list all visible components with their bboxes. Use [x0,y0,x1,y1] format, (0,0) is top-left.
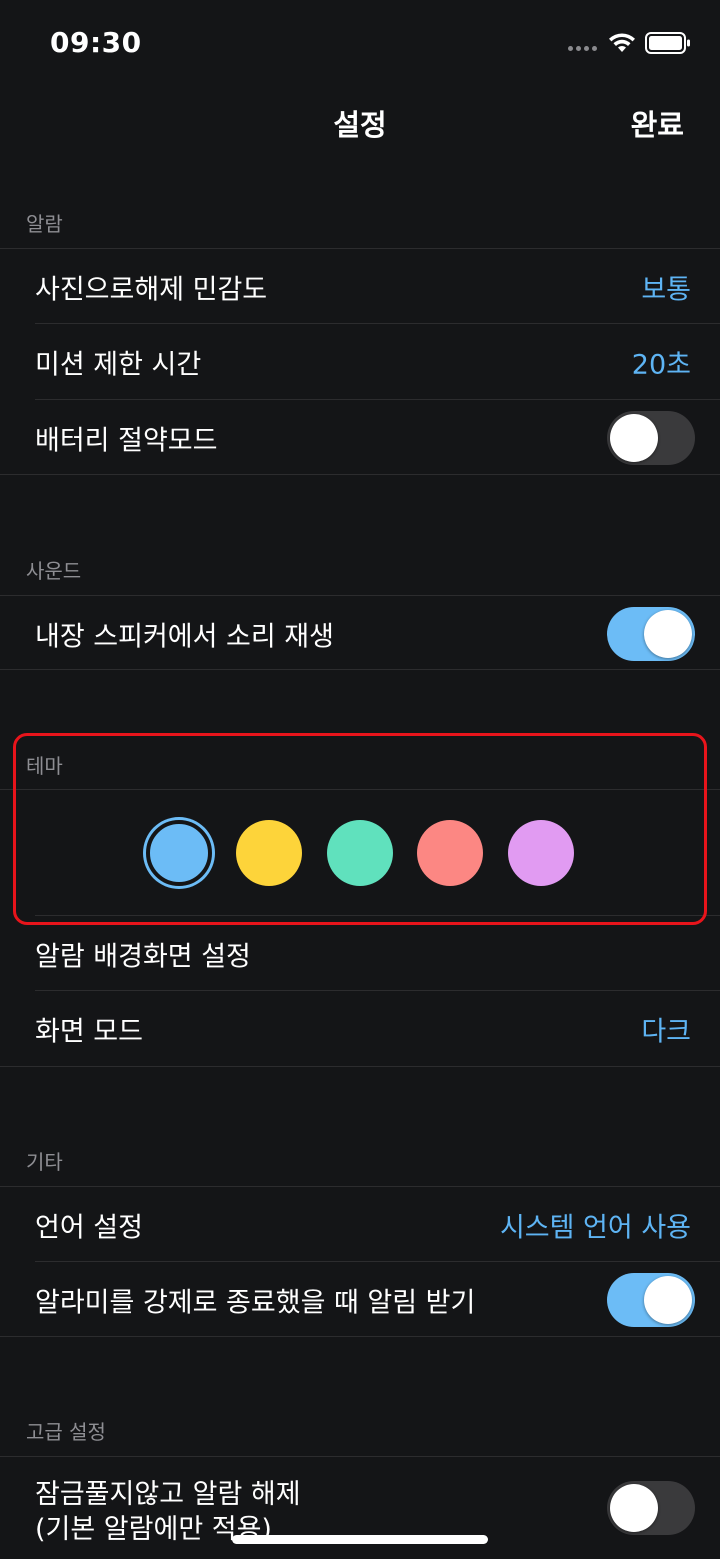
battery-saver-row: 배터리 절약모드 [0,400,720,475]
alarm-wallpaper-row[interactable]: 알람 배경화면 설정 [0,916,720,991]
language-row[interactable]: 언어 설정 시스템 언어 사용 [0,1187,720,1262]
mission-time-limit-label: 미션 제한 시간 [35,349,202,380]
home-indicator [232,1535,488,1544]
cellular-signal-icon [568,46,597,51]
display-mode-label: 화면 모드 [35,1016,143,1047]
toggle-knob [644,1275,692,1324]
theme-color-mint[interactable] [327,820,393,886]
display-mode-row[interactable]: 화면 모드 다크 [0,991,720,1066]
language-value: 시스템 언어 사용 [499,1212,691,1243]
photo-sensitivity-row[interactable]: 사진으로해제 민감도 보통 [0,249,720,324]
section-header-advanced: 고급 설정 [26,1420,106,1444]
builtin-speaker-toggle[interactable] [607,606,695,661]
wifi-icon [609,33,635,52]
mission-time-limit-row[interactable]: 미션 제한 시간 20초 [0,324,720,399]
theme-color-yellow[interactable] [236,820,302,886]
toggle-knob [610,1484,658,1532]
divider [0,1066,720,1067]
done-button[interactable]: 완료 [631,102,684,144]
photo-sensitivity-label: 사진으로해제 민감도 [35,274,268,305]
photo-sensitivity-value: 보통 [641,274,691,305]
language-label: 언어 설정 [35,1212,143,1243]
builtin-speaker-row: 내장 스피커에서 소리 재생 [0,596,720,671]
builtin-speaker-label: 내장 스피커에서 소리 재생 [35,621,334,652]
dismiss-without-unlock-toggle[interactable] [607,1481,695,1535]
section-header-etc: 기타 [26,1150,63,1174]
dismiss-without-unlock-line1: 잠금풀지않고 알람 해제 [35,1479,301,1510]
divider [0,669,720,670]
page-title: 설정 [333,108,387,142]
section-header-alarm: 알람 [26,212,63,236]
divider [0,1336,720,1337]
battery-icon [645,32,690,54]
toggle-knob [610,413,658,462]
theme-color-coral[interactable] [417,820,483,886]
alarm-wallpaper-label: 알람 배경화면 설정 [35,941,251,972]
battery-saver-toggle[interactable] [607,410,695,465]
status-time: 09:30 [50,26,142,59]
force-quit-notify-row: 알라미를 강제로 종료했을 때 알림 받기 [0,1262,720,1337]
force-quit-notify-toggle[interactable] [607,1272,695,1327]
toggle-knob [644,609,692,658]
force-quit-notify-label: 알라미를 강제로 종료했을 때 알림 받기 [35,1287,476,1318]
battery-saver-label: 배터리 절약모드 [35,425,218,456]
divider [0,474,720,475]
theme-color-lavender[interactable] [508,820,574,886]
section-header-sound: 사운드 [26,559,82,583]
navigation-bar: 설정 완료 [0,88,720,158]
theme-color-blue[interactable] [146,820,212,886]
theme-color-picker [0,790,720,916]
section-header-theme: 테마 [26,754,63,778]
display-mode-value: 다크 [641,1016,691,1047]
status-bar: 09:30 [0,0,720,88]
mission-time-limit-value: 20초 [631,349,691,380]
